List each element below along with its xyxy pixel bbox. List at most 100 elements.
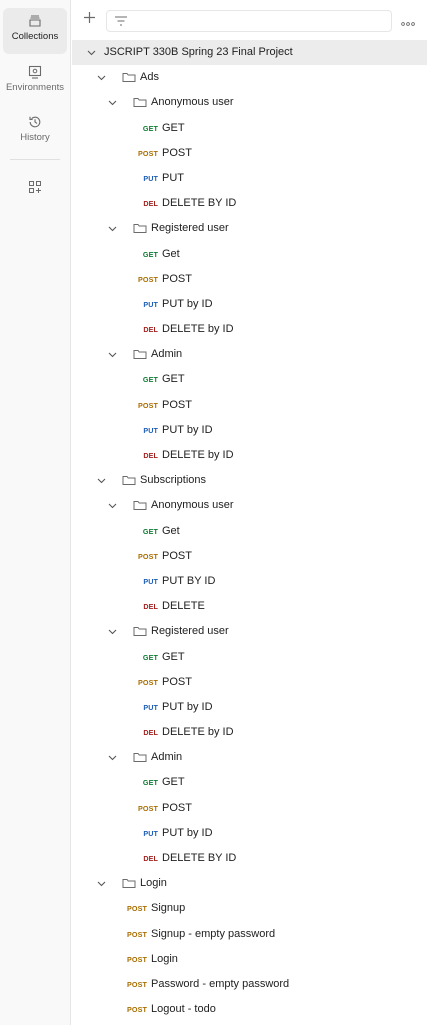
folder-name: Subscriptions: [140, 474, 207, 487]
method-badge: POST: [127, 979, 147, 989]
method-badge: PUT: [143, 828, 158, 838]
folder-name: Anonymous user: [151, 96, 234, 109]
request-name: Get: [162, 524, 180, 537]
chevron-down-icon[interactable]: [97, 879, 106, 888]
chevron-down-icon[interactable]: [108, 753, 117, 762]
folder-item[interactable]: Registered user: [72, 619, 427, 644]
request-name: DELETE by ID: [162, 323, 234, 336]
sidebar-item-environments[interactable]: Environments: [3, 59, 67, 105]
request-name: PUT BY ID: [162, 574, 216, 587]
sidebar: Collections Environments History: [0, 0, 71, 1025]
sidebar-item-collections[interactable]: Collections: [3, 8, 67, 54]
request-item[interactable]: DEL DELETE BY ID: [72, 846, 427, 871]
request-item[interactable]: GET GET: [72, 367, 427, 392]
request-item[interactable]: DEL DELETE by ID: [72, 720, 427, 745]
request-name: POST: [162, 675, 192, 688]
chevron-down-icon[interactable]: [108, 224, 117, 233]
request-item[interactable]: POST POST: [72, 544, 427, 569]
method-badge: POST: [138, 400, 158, 410]
configure-workbench-button[interactable]: [3, 172, 67, 202]
filter-icon: [115, 16, 127, 26]
method-badge: GET: [142, 375, 158, 385]
request-item[interactable]: POST POST: [72, 796, 427, 821]
folder-item[interactable]: Anonymous user: [72, 493, 427, 518]
method-badge: PUT: [143, 425, 158, 435]
request-name: PUT by ID: [162, 700, 213, 713]
request-item[interactable]: POST Signup: [72, 896, 427, 921]
sidebar-item-history[interactable]: History: [3, 109, 67, 155]
request-name: PUT by ID: [162, 826, 213, 839]
method-badge: DEL: [143, 451, 158, 460]
request-item[interactable]: POST POST: [72, 267, 427, 292]
request-item[interactable]: POST Signup - empty password: [72, 922, 427, 947]
request-item[interactable]: POST Login: [72, 947, 427, 972]
chevron-down-icon[interactable]: [108, 501, 117, 510]
request-item[interactable]: POST Password - empty password: [72, 972, 427, 997]
request-item[interactable]: GET GET: [72, 645, 427, 670]
request-item[interactable]: PUT PUT by ID: [72, 695, 427, 720]
method-badge: POST: [138, 803, 158, 813]
request-name: DELETE BY ID: [162, 197, 237, 210]
chevron-down-icon[interactable]: [97, 476, 106, 485]
request-name: GET: [162, 121, 185, 134]
request-item[interactable]: POST Logout - todo: [72, 997, 427, 1022]
folder-icon: [122, 879, 136, 889]
method-badge: POST: [138, 551, 158, 561]
chevron-down-icon[interactable]: [108, 627, 117, 636]
request-item[interactable]: PUT PUT by ID: [72, 821, 427, 846]
chevron-down-icon[interactable]: [108, 98, 117, 107]
request-item[interactable]: DEL DELETE by ID: [72, 317, 427, 342]
request-item[interactable]: PUT PUT: [72, 166, 427, 191]
folder-item[interactable]: Registered user: [72, 216, 427, 241]
request-item[interactable]: GET GET: [72, 770, 427, 795]
method-badge: POST: [127, 904, 147, 914]
request-item[interactable]: PUT PUT BY ID: [72, 569, 427, 594]
method-badge: PUT: [143, 173, 158, 183]
folder-item[interactable]: Ads: [72, 65, 427, 90]
folder-item[interactable]: Admin: [72, 745, 427, 770]
chevron-down-icon[interactable]: [108, 350, 117, 359]
method-badge: PUT: [143, 299, 158, 309]
folder-name: Admin: [151, 348, 183, 361]
request-name: DELETE by ID: [162, 449, 234, 461]
request-item[interactable]: POST POST: [72, 670, 427, 695]
request-item[interactable]: DEL DELETE BY ID: [72, 191, 427, 216]
method-badge: DEL: [143, 199, 158, 209]
folder-item[interactable]: Subscriptions: [72, 468, 427, 493]
method-badge: POST: [138, 677, 158, 687]
folder-item[interactable]: Admin: [72, 342, 427, 367]
collections-icon: [29, 15, 41, 27]
chevron-down-icon[interactable]: [87, 48, 96, 57]
request-item[interactable]: PUT PUT by ID: [72, 418, 427, 443]
request-name: Logout - todo: [151, 1003, 216, 1016]
request-name: DELETE BY ID: [162, 852, 237, 864]
request-item[interactable]: DEL DELETE by ID: [72, 443, 427, 468]
request-name: GET: [162, 373, 185, 386]
folder-icon: [133, 753, 147, 763]
method-badge: POST: [127, 954, 147, 964]
request-name: Signup: [151, 902, 186, 915]
collection-name: JSCRIPT 330B Spring 23 Final Project: [104, 46, 293, 58]
request-item[interactable]: GET Get: [72, 242, 427, 267]
request-item[interactable]: GET Get: [72, 519, 427, 544]
sidebar-item-label: Environments: [5, 82, 65, 93]
request-name: GET: [162, 776, 185, 789]
sidebar-divider: [10, 159, 60, 160]
request-item[interactable]: POST POST: [72, 141, 427, 166]
filter-input[interactable]: [106, 10, 392, 32]
collection-tree: JSCRIPT 330B Spring 23 Final Project Ads A…: [72, 40, 427, 1022]
method-badge: POST: [138, 148, 158, 158]
more-options-button[interactable]: [401, 14, 415, 32]
request-item[interactable]: GET GET: [72, 116, 427, 141]
request-name: POST: [162, 801, 192, 814]
chevron-down-icon[interactable]: [97, 73, 106, 82]
method-badge: DEL: [143, 325, 158, 335]
request-item[interactable]: POST POST: [72, 393, 427, 418]
folder-name: Registered user: [151, 625, 229, 638]
collection-item[interactable]: JSCRIPT 330B Spring 23 Final Project: [72, 40, 427, 66]
folder-item[interactable]: Anonymous user: [72, 90, 427, 115]
request-item[interactable]: DEL DELETE: [72, 594, 427, 619]
new-collection-button[interactable]: [83, 11, 96, 29]
request-item[interactable]: PUT PUT by ID: [72, 292, 427, 317]
folder-item[interactable]: Login: [72, 871, 427, 896]
